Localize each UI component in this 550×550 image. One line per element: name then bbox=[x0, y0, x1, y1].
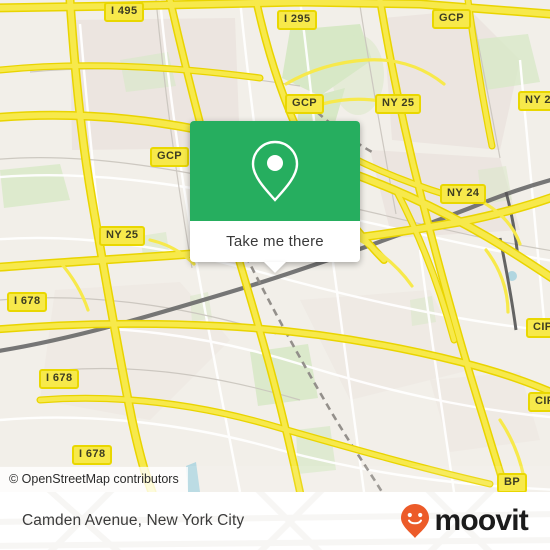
popup-card-footer[interactable]: Take me there bbox=[190, 221, 360, 273]
bottom-info-bar: Camden Avenue, New York City moovit bbox=[0, 492, 550, 550]
road-shield-i678-lower: I 678 bbox=[72, 445, 113, 465]
road-shield-cip-upper: CIP bbox=[526, 318, 550, 338]
moovit-wordmark: moovit bbox=[434, 504, 528, 537]
osm-attribution[interactable]: © OpenStreetMap contributors bbox=[0, 467, 188, 492]
place-popup-card[interactable]: Take me there bbox=[190, 121, 360, 273]
road-shield-bp: BP bbox=[497, 473, 528, 492]
map-canvas[interactable]: I 495 I 295 GCP GCP NY 25 NY 2 GCP NY 24 NY 25 I … bbox=[0, 0, 550, 492]
road-shield-i295: I 295 bbox=[277, 10, 318, 30]
road-shield-i678-mid: I 678 bbox=[39, 369, 80, 389]
road-shield-i678-upper: I 678 bbox=[7, 292, 48, 312]
road-shield-gcp-left: GCP bbox=[150, 147, 190, 167]
road-shield-ny25-right: NY 2 bbox=[518, 91, 550, 111]
road-shield-ny25-top: NY 25 bbox=[375, 94, 422, 114]
bottom-bar-content: Camden Avenue, New York City moovit bbox=[0, 492, 550, 550]
moovit-logo[interactable]: moovit bbox=[400, 503, 529, 539]
road-shield-gcp-top: GCP bbox=[432, 9, 472, 29]
road-shield-ny25-left: NY 25 bbox=[99, 226, 146, 246]
road-shield-cip-lower: CIP bbox=[528, 392, 550, 412]
road-shield-gcp-mid: GCP bbox=[285, 94, 325, 114]
moovit-pin-icon bbox=[401, 504, 430, 538]
place-name-label: Camden Avenue, New York City bbox=[22, 512, 245, 529]
road-shield-i495-top: I 495 bbox=[104, 2, 145, 22]
popup-pointer-tail bbox=[264, 262, 286, 273]
map-pin-icon bbox=[251, 140, 299, 202]
map-screenshot-root: I 495 I 295 GCP GCP NY 25 NY 2 GCP NY 24 NY 25 I … bbox=[0, 0, 550, 550]
popup-card-header bbox=[190, 121, 360, 221]
take-me-there-label: Take me there bbox=[226, 233, 324, 250]
road-shield-ny24: NY 24 bbox=[440, 184, 487, 204]
